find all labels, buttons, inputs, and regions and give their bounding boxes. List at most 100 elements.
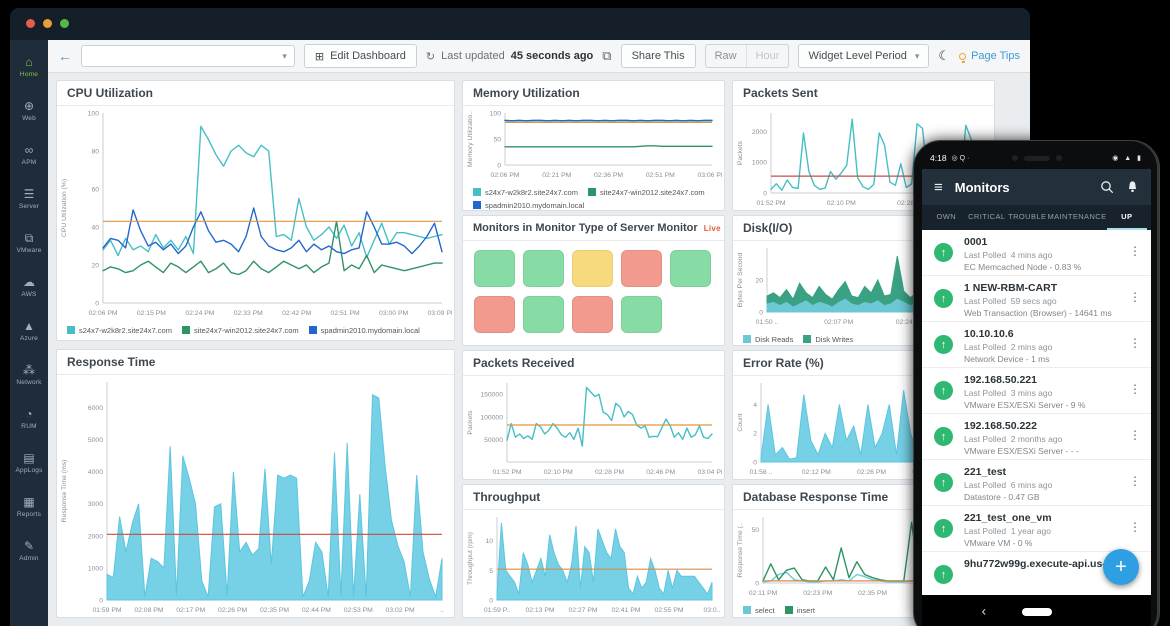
svg-text:4: 4 xyxy=(753,402,757,409)
sidebar-item-admin[interactable]: ✎ Admin xyxy=(10,529,48,573)
edit-dashboard-button[interactable]: ⊞ Edit Dashboard xyxy=(303,44,417,68)
sidebar-item-apm[interactable]: ∞ APM xyxy=(10,133,48,177)
legend-item[interactable]: s24x7-w2k8r2.site24x7.com xyxy=(473,187,578,199)
sidebar-item-home[interactable]: ⌂ Home xyxy=(10,45,48,89)
sidebar-item-server[interactable]: ☰ Server xyxy=(10,177,48,221)
sidebar-item-reports[interactable]: ▦ Reports xyxy=(10,485,48,529)
cpu-utilization-chart[interactable]: 0 20 40 60 80 100 02:06 PM 02:15 PM 02:24 PM 02:3… xyxy=(57,106,454,318)
packets-received-chart[interactable]: 50000 100000 150000 01:52 PM 02:10 PM 02:28 P… xyxy=(463,376,724,477)
monitor-tile-green[interactable] xyxy=(523,296,564,333)
monitor-item[interactable]: ↑ 10.10.10.6 Last Polled 2 mins ago Netw… xyxy=(922,322,1151,368)
traffic-lights xyxy=(26,15,77,33)
legend-item[interactable]: insert xyxy=(784,605,815,617)
monitor-last-polled: Last Polled 2 months ago xyxy=(964,434,1063,444)
sidebar-item-label: APM xyxy=(21,159,37,166)
kebab-menu-icon[interactable]: ⋮ xyxy=(1129,520,1141,534)
phone-screen: ≡ Monitors OWN CRITICAL TROUBLE MAINTENANCE… xyxy=(922,169,1151,626)
monitor-last-polled: Last Polled 3 mins ago xyxy=(964,388,1053,398)
search-icon[interactable] xyxy=(1100,180,1114,194)
sidebar-item-aws[interactable]: ☁ AWS xyxy=(10,265,48,309)
throughput-chart[interactable]: 0 5 10 01:59 P.. 02:13 PM 02:27 PM 02:41 PM 02:… xyxy=(463,510,722,615)
kebab-menu-icon[interactable]: ⋮ xyxy=(1129,428,1141,442)
home-icon: ⌂ xyxy=(25,55,33,69)
nav-back-icon[interactable]: ‹ xyxy=(982,603,987,619)
svg-text:03:06 PM: 03:06 PM xyxy=(697,172,722,179)
svg-text:01:58 ..: 01:58 .. xyxy=(750,469,773,476)
monitor-item[interactable]: ↑ 192.168.50.221 Last Polled 3 mins ago … xyxy=(922,368,1151,414)
monitor-tile-red[interactable] xyxy=(621,250,662,287)
svg-text:02:17 PM: 02:17 PM xyxy=(176,607,205,614)
dark-mode-moon-icon[interactable]: ☾ xyxy=(938,48,950,64)
legend-item[interactable]: spadmin2010.mydomain.local xyxy=(473,200,584,210)
legend-item[interactable]: spadmin2010.mydomain.local xyxy=(308,325,420,337)
minimize-button[interactable] xyxy=(43,19,52,28)
applogs-icon: ▤ xyxy=(23,451,35,465)
monitor-tile-yellow[interactable] xyxy=(572,250,613,287)
legend-item[interactable]: site24x7-win2012.site24x7.com xyxy=(587,187,705,199)
share-this-button[interactable]: Share This xyxy=(620,44,696,68)
widget-level-period-select[interactable]: Widget Level Period ▾ xyxy=(798,44,930,68)
dashboard-select[interactable]: ▾ xyxy=(81,45,295,67)
tab-own[interactable]: OWN xyxy=(926,205,967,230)
monitor-detail: EC Memcached Node - 0.83 % xyxy=(964,262,1082,272)
aws-icon: ☁ xyxy=(23,275,35,289)
svg-text:02:27 PM: 02:27 PM xyxy=(568,607,597,614)
memory-utilization-chart[interactable]: 0 50 100 02:06 PM 02:21 PM 02:36 PM 02:51 PM 03… xyxy=(463,106,724,180)
legend-item[interactable]: Disk Reads xyxy=(743,334,793,345)
monitor-tile-red[interactable] xyxy=(572,296,613,333)
response-time-chart[interactable]: 0 1000 2000 3000 4000 5000 6000 01:59 PM 02:08 P… xyxy=(57,375,452,615)
monitor-tile-green[interactable] xyxy=(523,250,564,287)
sidebar-item-vmware[interactable]: ⧉ VMware xyxy=(10,221,48,265)
monitor-item[interactable]: ↑ 1 NEW-RBM-CART Last Polled 59 secs ago… xyxy=(922,276,1151,322)
monitor-name: 9hu772w99g.execute-api.us-east-1.... xyxy=(964,558,1125,570)
svg-text:3000: 3000 xyxy=(88,501,103,508)
back-arrow-icon[interactable]: ← xyxy=(58,48,72,64)
refresh-icon[interactable]: ↻ xyxy=(426,50,435,63)
svg-text:2: 2 xyxy=(753,431,757,438)
bell-icon[interactable] xyxy=(1126,180,1139,194)
hamburger-menu-icon[interactable]: ≡ xyxy=(934,179,943,196)
monitor-item[interactable]: ↑ 192.168.50.222 Last Polled 2 months ag… xyxy=(922,414,1151,460)
svg-text:02:51 PM: 02:51 PM xyxy=(646,172,675,179)
svg-text:5000: 5000 xyxy=(88,437,103,444)
kebab-menu-icon[interactable]: ⋮ xyxy=(1129,290,1141,304)
monitor-tile-green[interactable] xyxy=(670,250,711,287)
legend-item[interactable]: Disk Writes xyxy=(803,334,853,345)
monitor-tile-red[interactable] xyxy=(474,296,515,333)
status-up-icon: ↑ xyxy=(934,427,953,446)
svg-text:02:51 PM: 02:51 PM xyxy=(331,310,360,317)
page-tips-link[interactable]: Page Tips xyxy=(959,50,1020,63)
monitor-tile-green[interactable] xyxy=(474,250,515,287)
tab-maintenance[interactable]: MAINTENANCE xyxy=(1048,205,1107,230)
nav-home-pill[interactable] xyxy=(1021,608,1052,616)
add-monitor-fab[interactable]: + xyxy=(1103,549,1139,585)
kebab-menu-icon[interactable]: ⋮ xyxy=(1129,474,1141,488)
tab-critical[interactable]: CRITICAL xyxy=(967,205,1008,230)
monitor-item[interactable]: ↑ 0001 Last Polled 4 mins ago EC Memcach… xyxy=(922,230,1151,276)
monitor-item[interactable]: ↑ 221_test Last Polled 6 mins ago Datast… xyxy=(922,460,1151,506)
kebab-menu-icon[interactable]: ⋮ xyxy=(1129,382,1141,396)
legend-item[interactable]: select xyxy=(743,605,775,617)
svg-text:50: 50 xyxy=(493,136,501,143)
hour-button[interactable]: Hour xyxy=(747,45,789,67)
zoom-button[interactable] xyxy=(60,19,69,28)
sidebar-item-azure[interactable]: ▲ Azure xyxy=(10,309,48,353)
tab-up[interactable]: UP xyxy=(1106,205,1147,230)
kebab-menu-icon[interactable]: ⋮ xyxy=(1129,336,1141,350)
svg-text:01:59 P..: 01:59 P.. xyxy=(484,607,510,614)
legend-item[interactable]: site24x7-win2012.site24x7.com xyxy=(181,325,299,337)
sidebar-item-applogs[interactable]: ▤ AppLogs xyxy=(10,441,48,485)
tab-trouble[interactable]: TROUBLE xyxy=(1007,205,1048,230)
close-button[interactable] xyxy=(26,19,35,28)
monitor-tile-green[interactable] xyxy=(621,296,662,333)
svg-text:Memory Utilizatio..: Memory Utilizatio.. xyxy=(467,111,474,167)
kebab-menu-icon[interactable]: ⋮ xyxy=(1129,244,1141,258)
svg-text:0: 0 xyxy=(497,162,501,169)
cast-icon[interactable]: ⧉ xyxy=(602,48,611,64)
sidebar-item-rum[interactable]: ◔ RUM xyxy=(10,397,48,441)
raw-button[interactable]: Raw xyxy=(706,45,747,67)
monitor-item[interactable]: ↑ 221_test_one_vm Last Polled 1 year ago… xyxy=(922,506,1151,552)
sidebar-item-web[interactable]: ⊕ Web xyxy=(10,89,48,133)
legend-item[interactable]: s24x7-w2k8r2.site24x7.com xyxy=(67,325,172,337)
sidebar-item-network[interactable]: ⁂ Network xyxy=(10,353,48,397)
